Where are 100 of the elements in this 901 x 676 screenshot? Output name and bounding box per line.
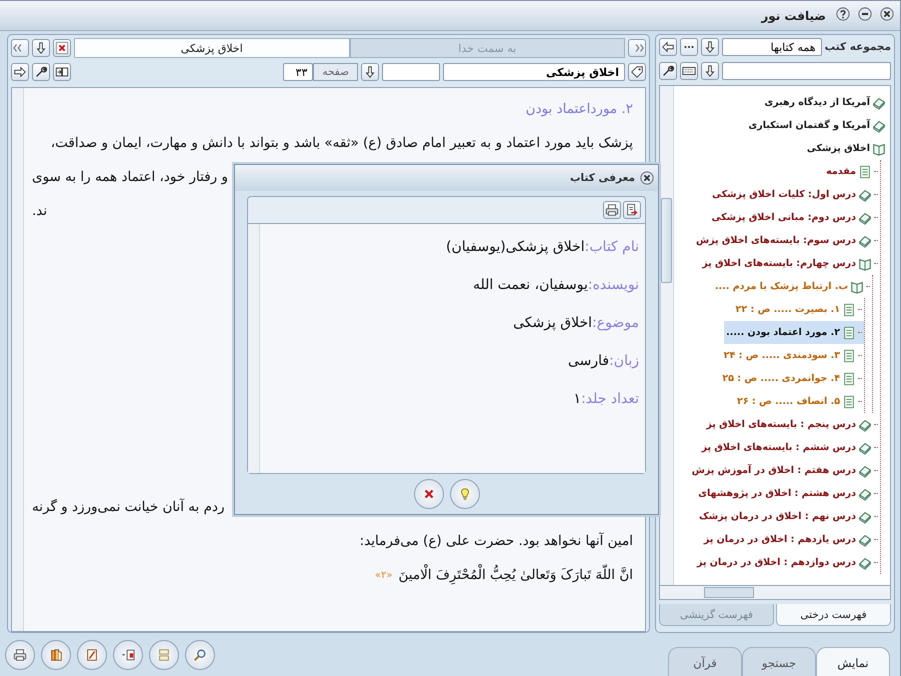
book-icon xyxy=(858,188,872,202)
print-button[interactable] xyxy=(5,640,35,670)
book-icon xyxy=(858,486,872,500)
field-value: فارسی xyxy=(568,353,610,369)
tree-item[interactable]: آمریکا و گفتمان استکباری xyxy=(746,114,888,137)
dropdown-button[interactable] xyxy=(701,38,719,56)
page-icon xyxy=(858,164,872,178)
tree-item[interactable]: درس هفتم : اخلاق در آموزش پزش xyxy=(690,459,880,482)
layout-button[interactable] xyxy=(149,640,179,670)
list-tab[interactable]: فهرست درختی xyxy=(776,604,891,626)
close-tab-button[interactable] xyxy=(53,39,71,57)
tree-item[interactable]: درس دوم: مبانی اخلاق پزشکی xyxy=(710,206,880,229)
tree-item[interactable]: درس نهم : اخلاق در درمان پزشک xyxy=(697,505,880,528)
tree-item[interactable]: درس ششم : بایسته‌های اخلاق پز xyxy=(700,436,880,459)
printer-icon xyxy=(13,648,27,662)
tree-item[interactable]: ۵. انصاف ..... ص : ۲۶ xyxy=(735,390,864,413)
keyboard-button[interactable] xyxy=(680,62,698,80)
page-icon xyxy=(842,326,856,340)
tab-list-button[interactable] xyxy=(32,39,50,57)
forward-button[interactable] xyxy=(11,63,29,81)
print-button[interactable] xyxy=(603,201,621,219)
scroll-tabs-button[interactable] xyxy=(11,39,29,57)
book-field[interactable]: اخلاق پزشکی xyxy=(443,63,625,81)
book-icon xyxy=(858,210,872,224)
page-icon xyxy=(842,348,856,362)
export-icon xyxy=(625,203,639,217)
tree-item[interactable]: ب. ارتباط پزشک با مردم .... xyxy=(712,275,872,298)
cancel-button[interactable] xyxy=(414,479,444,509)
paragraph-text: ند. xyxy=(32,203,48,219)
field-label: موضوع: xyxy=(592,315,639,331)
book-icon xyxy=(872,118,886,132)
search-field[interactable] xyxy=(722,62,891,80)
tree-item[interactable]: ۳. سودمندی ..... ص : ۲۴ xyxy=(722,344,864,367)
tree-item[interactable]: اخلاق پزشکی xyxy=(804,137,888,160)
page-icon xyxy=(842,394,856,408)
book-icon xyxy=(858,418,872,432)
footnote-mark: «۲» xyxy=(374,570,393,580)
tree-item[interactable]: آمریکا از دیدگاه رهبری xyxy=(762,91,888,114)
tree-item[interactable]: درس یازدهم : اخلاق در درمان پز xyxy=(702,528,880,551)
tree-item[interactable]: درس هشتم : اخلاق در پژوهشهای xyxy=(696,482,880,505)
search-field[interactable] xyxy=(382,63,440,81)
library-button[interactable] xyxy=(41,640,71,670)
search-dropdown-button[interactable] xyxy=(701,62,719,80)
field-value: یوسفیان، نعمت الله xyxy=(472,277,588,293)
page-icon xyxy=(842,372,856,386)
paragraph-text: پزشک باید مورد اعتماد و به تعبیر امام صادق (ع) «ثقه» باشد و بتواند با دانش و مهارت، ایمان و صداقت، xyxy=(50,135,633,151)
down-arrow-icon xyxy=(703,40,717,54)
export-button[interactable] xyxy=(623,201,641,219)
back-button[interactable] xyxy=(659,38,677,56)
close-icon xyxy=(55,41,69,55)
more-button[interactable] xyxy=(680,38,698,56)
books-icon xyxy=(49,648,63,662)
open-book-icon xyxy=(872,142,886,156)
page-label: صفحه xyxy=(313,63,358,81)
view-tab[interactable]: نمایش xyxy=(816,647,890,676)
collection-label: مجموعه کتب xyxy=(824,41,891,53)
open-book-icon xyxy=(858,256,872,270)
paragraph-text: امین آنها نخواهد بود. حضرت علی (ع) می‌فرماید: xyxy=(360,533,633,549)
window-title: ضیافت نور xyxy=(761,8,826,22)
tree-item[interactable]: درس دوازدهم : اخلاق در درمان پز xyxy=(694,551,880,574)
search-button[interactable] xyxy=(185,640,215,670)
note-icon xyxy=(85,648,99,662)
cancel-icon xyxy=(422,487,436,501)
tree-item[interactable]: درس اول: کلیات اخلاق پزشکی xyxy=(710,183,880,206)
book-tab[interactable]: اخلاق پزشکی xyxy=(74,38,350,58)
tree-item[interactable]: ۴. جوانمردی ..... ص : ۲۵ xyxy=(720,367,864,390)
down-arrow-icon xyxy=(34,41,48,55)
notes-button[interactable] xyxy=(77,640,107,670)
page-icon xyxy=(842,302,856,316)
scroll-tabs-button[interactable] xyxy=(628,39,646,57)
settings-button[interactable] xyxy=(32,63,50,81)
paragraph-text: ردم به آنان خیانت نمی‌ورزد و گرنه xyxy=(32,499,224,515)
search-icon xyxy=(193,648,207,662)
book-icon xyxy=(858,440,872,454)
tree-item[interactable]: ۲. مورد اعتماد بودن ..... xyxy=(724,321,864,344)
view-tab[interactable]: قرآن xyxy=(668,647,742,676)
settings-button[interactable] xyxy=(659,62,677,80)
dropdown-button[interactable] xyxy=(361,63,379,81)
open-book-icon xyxy=(850,280,864,294)
minimize-icon xyxy=(858,6,872,20)
right-arrow-icon xyxy=(13,65,27,79)
panes-button[interactable] xyxy=(113,640,143,670)
view-tab[interactable]: جستجو xyxy=(742,647,816,676)
tree-item[interactable]: ۱. بصیرت ..... ص : ۲۲ xyxy=(734,298,864,321)
field-value: اخلاق پزشکی(یوسفیان) xyxy=(446,239,585,255)
tree-item[interactable]: درس سوم: بایسته‌های اخلاق پزش xyxy=(694,229,880,252)
close-button[interactable] xyxy=(640,171,654,185)
bookmark-button[interactable] xyxy=(628,63,646,81)
split-view-button[interactable] xyxy=(53,63,71,81)
field-label: تعداد جلد: xyxy=(581,391,639,407)
book-icon xyxy=(858,234,872,248)
paragraph-text: و رفتار خود، اعتماد همه را به سوی xyxy=(32,169,228,185)
page-field[interactable]: ۳۳ xyxy=(283,63,314,81)
collection-dropdown[interactable]: همه کتابها xyxy=(722,38,822,56)
book-icon xyxy=(858,532,872,546)
keyboard-icon xyxy=(682,64,696,78)
book-icon xyxy=(858,556,872,570)
tree-item[interactable]: درس چهارم: بایسته‌های اخلاق پز xyxy=(700,252,880,275)
tree-item[interactable]: درس پنجم : بایسته‌های اخلاق پز xyxy=(704,413,880,436)
tree-item[interactable]: مقدمه xyxy=(824,160,880,183)
